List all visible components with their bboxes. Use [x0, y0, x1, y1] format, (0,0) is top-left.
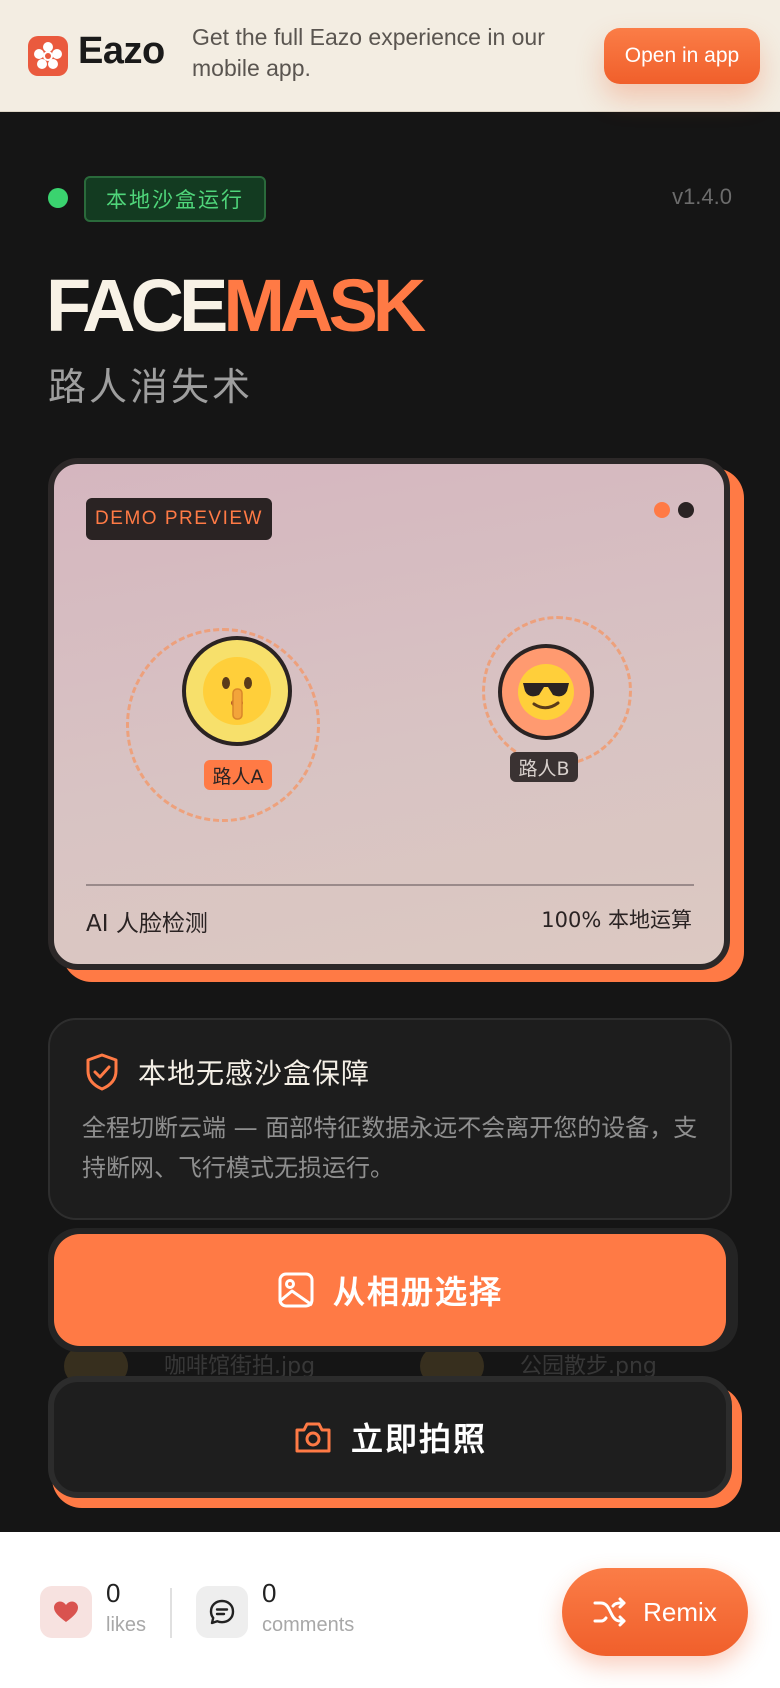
page-subtitle: 路人消失术 [48, 365, 254, 409]
app-banner: Eazo Get the full Eazo experience in our… [0, 0, 780, 112]
version-label: v1.4.0 [672, 184, 732, 209]
page-title: FACEMASK [46, 264, 426, 348]
ai-detection-label: AI 人脸检测 [86, 911, 208, 937]
camera-icon [295, 1422, 331, 1453]
title-part-mask: MASK [223, 264, 426, 347]
like-button[interactable] [40, 1586, 92, 1638]
title-part-face: FACE [46, 264, 228, 347]
security-title: 本地无感沙盒保障 [138, 1057, 371, 1090]
card-divider [86, 884, 694, 886]
image-icon [278, 1272, 314, 1308]
demo-preview-badge: DEMO PREVIEW [86, 498, 272, 540]
eazo-logo-icon [28, 36, 68, 76]
demo-preview-card: DEMO PREVIEW 路人A 路人B AI 人脸检测 100% 本地运算 [48, 458, 730, 970]
take-photo-button[interactable]: 立即拍照 [48, 1376, 732, 1498]
remix-label: Remix [643, 1596, 717, 1627]
remix-button[interactable]: Remix [562, 1568, 748, 1656]
select-from-album-button[interactable]: 从相册选择 [54, 1234, 726, 1346]
security-panel: 本地无感沙盒保障 全程切断云端 — 面部特征数据永远不会离开您的设备，支持断网、… [48, 1018, 732, 1220]
banner-message: Get the full Eazo experience in our mobi… [192, 24, 545, 81]
window-dot-dark [678, 502, 694, 518]
stats-divider [170, 1588, 172, 1638]
window-dot-orange [654, 502, 670, 518]
brand-name: Eazo [78, 30, 165, 72]
person-a-face [182, 636, 292, 746]
security-description: 全程切断云端 — 面部特征数据永远不会离开您的设备，支持断网、飞行模式无损运行。 [82, 1114, 698, 1182]
sandbox-status-badge: 本地沙盒运行 [84, 176, 266, 222]
comment-button[interactable] [196, 1586, 248, 1638]
sunglasses-face-icon [518, 664, 574, 720]
person-b-label: 路人B [510, 752, 578, 782]
take-photo-label: 立即拍照 [350, 1420, 487, 1458]
open-in-app-button[interactable]: Open in app [604, 28, 760, 84]
heart-icon [54, 1601, 78, 1622]
comment-icon [209, 1599, 235, 1625]
likes-label: likes [106, 1614, 147, 1636]
likes-count: 0 [106, 1578, 121, 1608]
comments-label: comments [262, 1614, 355, 1636]
shushing-face-icon [203, 657, 271, 725]
status-dot [48, 188, 68, 208]
person-a-label: 路人A [204, 760, 272, 790]
select-from-album-label: 从相册选择 [332, 1273, 503, 1311]
person-b-face [498, 644, 594, 740]
local-compute-label: 100% 本地运算 [541, 908, 692, 932]
shuffle-icon [593, 1597, 626, 1627]
comments-count: 0 [262, 1578, 277, 1608]
shield-check-icon [86, 1053, 118, 1091]
bottom-action-bar: 0 likes 0 comments Remix [0, 1532, 780, 1688]
